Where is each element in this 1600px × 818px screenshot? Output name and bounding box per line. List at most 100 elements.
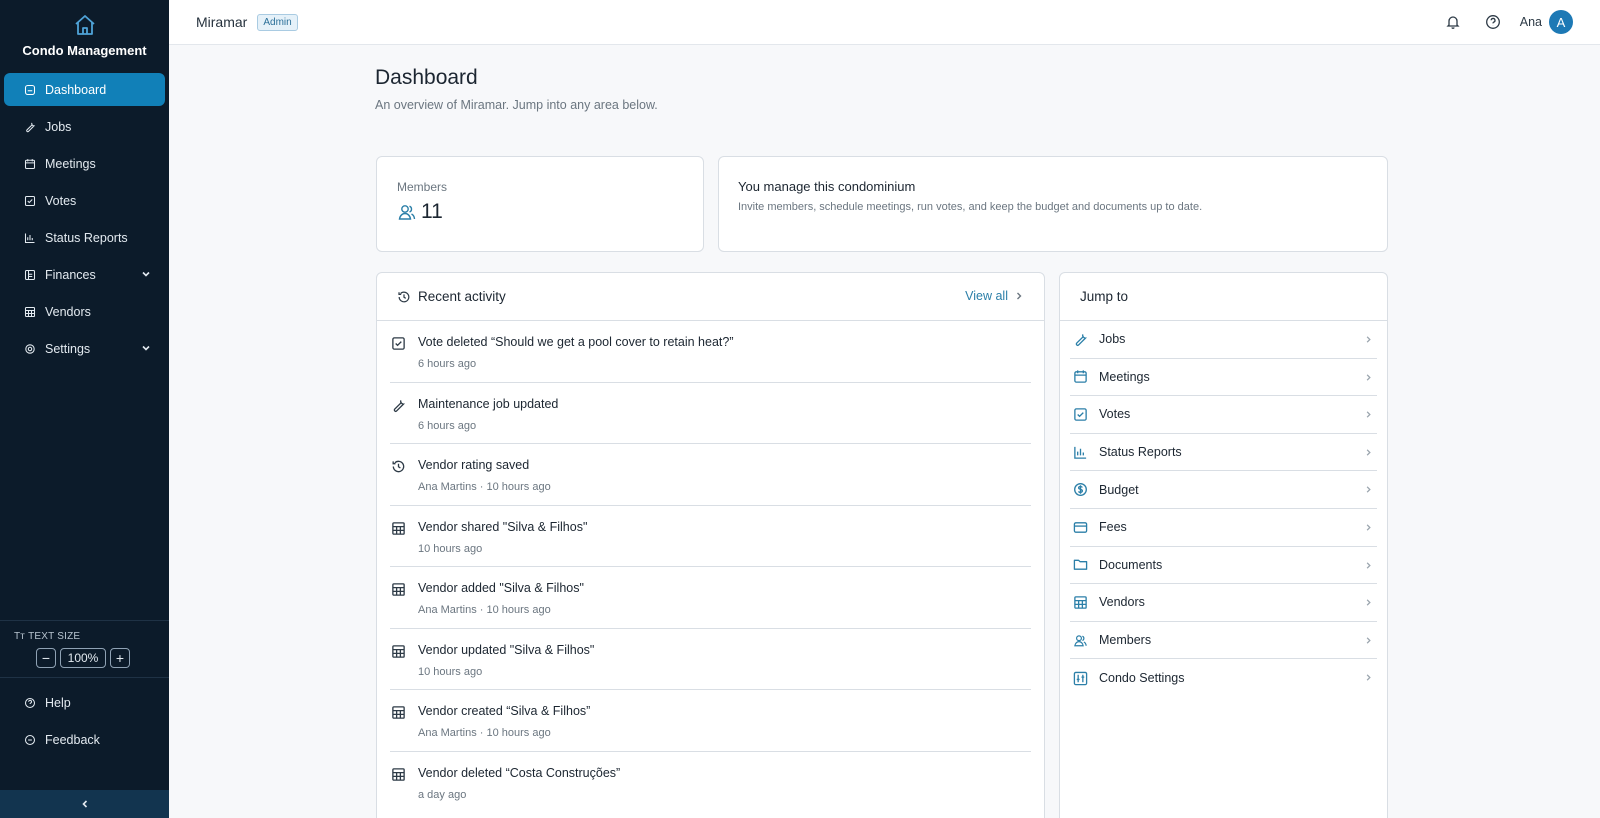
building-icon [391, 521, 406, 536]
sidebar-item-feedback[interactable]: Feedback [4, 723, 165, 756]
sidebar-item-votes[interactable]: Votes [4, 184, 165, 217]
jump-item-meetings[interactable]: Meetings [1070, 359, 1377, 397]
building-icon [391, 705, 406, 720]
activity-item[interactable]: Vendor shared "Silva & Filhos" 10 hours … [390, 506, 1031, 567]
chevron-right-icon [1364, 523, 1373, 532]
activity-meta: 6 hours ago [418, 358, 477, 370]
dollar-icon [1073, 482, 1088, 497]
text-size-value: 100% [60, 648, 106, 668]
building-icon [391, 582, 406, 597]
chevron-down-icon[interactable] [141, 269, 151, 279]
activity-meta: Ana Martins · 10 hours ago [418, 727, 551, 739]
jump-item-label: Members [1099, 633, 1152, 648]
chevron-right-icon [1364, 410, 1373, 419]
help-icon[interactable] [1485, 14, 1501, 30]
decrease-text-size-button[interactable]: − [36, 648, 56, 668]
history-icon [391, 459, 406, 474]
jump-item-label: Jobs [1099, 332, 1126, 347]
building-icon [391, 767, 406, 782]
brand[interactable]: Condo Management [0, 0, 169, 66]
dashboard-icon [24, 84, 36, 96]
members-card[interactable]: Members 11 [376, 156, 704, 252]
chevron-left-icon [80, 799, 90, 809]
page-subtitle: An overview of Miramar. Jump into any ar… [375, 98, 658, 112]
sidebar-item-settings[interactable]: Settings [4, 332, 165, 365]
jump-item-label: Votes [1099, 407, 1131, 422]
manage-title: You manage this condominium [738, 179, 916, 194]
jump-item-vendors[interactable]: Vendors [1070, 584, 1377, 622]
activity-item[interactable]: Maintenance job updated 6 hours ago [390, 383, 1031, 444]
recent-activity-card: Recent activity View all Vote deleted “S… [376, 272, 1045, 818]
view-all-link[interactable]: View all [965, 289, 1024, 303]
sidebar: Condo Management Dashboard Jobs Meetings… [0, 0, 169, 818]
user-name[interactable]: Ana [1520, 15, 1542, 29]
activity-title: Vendor rating saved [418, 458, 530, 472]
home-icon [73, 13, 97, 37]
jump-item-label: Meetings [1099, 369, 1150, 384]
jump-item-votes[interactable]: Votes [1070, 396, 1377, 434]
sliders-icon [1073, 671, 1088, 686]
chevron-right-icon [1364, 448, 1373, 457]
members-count: 11 [421, 200, 443, 223]
sidebar-bottom-nav: Help Feedback [0, 677, 169, 760]
jump-item-condo-settings[interactable]: Condo Settings [1070, 659, 1377, 697]
activity-title: Vendor created “Silva & Filhos” [418, 704, 591, 718]
chevron-right-icon [1364, 485, 1373, 494]
building-icon [1073, 595, 1088, 610]
text-size-icon: Tт [14, 631, 29, 642]
bar-chart-icon [24, 232, 36, 244]
activity-title: Vote deleted “Should we get a pool cover… [418, 335, 734, 349]
sidebar-item-label: Status Reports [45, 230, 128, 245]
chevron-right-icon [1364, 673, 1373, 682]
activity-title: Vendor updated "Silva & Filhos" [418, 642, 595, 657]
activity-title: Vendor deleted “Costa Construções” [418, 765, 621, 780]
chevron-right-icon [1364, 373, 1373, 382]
checkbox-icon [1073, 407, 1088, 422]
bell-icon[interactable] [1445, 14, 1461, 30]
activity-item[interactable]: Vote deleted “Should we get a pool cover… [390, 321, 1031, 383]
activity-meta: Ana Martins · 10 hours ago [418, 481, 551, 493]
jump-item-documents[interactable]: Documents [1070, 547, 1377, 585]
sidebar-item-meetings[interactable]: Meetings [4, 147, 165, 180]
activity-item[interactable]: Vendor added "Silva & Filhos" Ana Martin… [390, 567, 1031, 629]
building-icon [24, 306, 36, 318]
topbar: Miramar Admin Ana A [169, 0, 1600, 45]
jump-item-jobs[interactable]: Jobs [1070, 321, 1377, 359]
sidebar-item-jobs[interactable]: Jobs [4, 110, 165, 143]
jump-item-fees[interactable]: Fees [1070, 509, 1377, 547]
jump-item-status-reports[interactable]: Status Reports [1070, 434, 1377, 472]
activity-title: Vendor added "Silva & Filhos" [418, 581, 584, 595]
text-size-label: Tт TEXT SIZE [14, 631, 81, 642]
activity-item[interactable]: Vendor deleted “Costa Construções” a day… [390, 752, 1031, 814]
recent-activity-title: Recent activity [418, 289, 506, 304]
activity-item[interactable]: Vendor created “Silva & Filhos” Ana Mart… [390, 690, 1031, 752]
activity-meta: Ana Martins · 10 hours ago [418, 604, 551, 616]
sidebar-item-vendors[interactable]: Vendors [4, 295, 165, 328]
jump-item-members[interactable]: Members [1070, 622, 1377, 660]
sidebar-item-dashboard[interactable]: Dashboard [4, 73, 165, 106]
folder-icon [1073, 557, 1088, 572]
jump-item-budget[interactable]: Budget [1070, 471, 1377, 509]
wrench-icon [391, 398, 406, 413]
sidebar-item-label: Votes [45, 193, 77, 208]
members-icon [1073, 633, 1088, 648]
activity-item[interactable]: Vendor rating saved Ana Martins · 10 hou… [390, 444, 1031, 506]
text-size-control: Tт TEXT SIZE − 100% + [0, 620, 169, 668]
sidebar-item-help[interactable]: Help [4, 686, 165, 719]
sidebar-item-finances[interactable]: Finances [4, 258, 165, 291]
role-badge: Admin [257, 13, 298, 31]
activity-meta: 6 hours ago [418, 419, 477, 432]
calendar-icon [1073, 369, 1088, 384]
collapse-sidebar-button[interactable] [0, 790, 169, 818]
chevron-down-icon[interactable] [141, 343, 151, 353]
activity-item[interactable]: Vendor updated "Silva & Filhos" 10 hours… [390, 629, 1031, 690]
help-icon [24, 697, 36, 709]
history-icon [397, 290, 411, 304]
increase-text-size-button[interactable]: + [110, 648, 130, 668]
chevron-right-icon [1364, 561, 1373, 570]
avatar[interactable]: A [1549, 10, 1573, 34]
sidebar-item-status-reports[interactable]: Status Reports [4, 221, 165, 254]
checkbox-icon [24, 195, 36, 207]
org-name[interactable]: Miramar [196, 14, 247, 30]
sidebar-item-label: Vendors [45, 304, 91, 319]
